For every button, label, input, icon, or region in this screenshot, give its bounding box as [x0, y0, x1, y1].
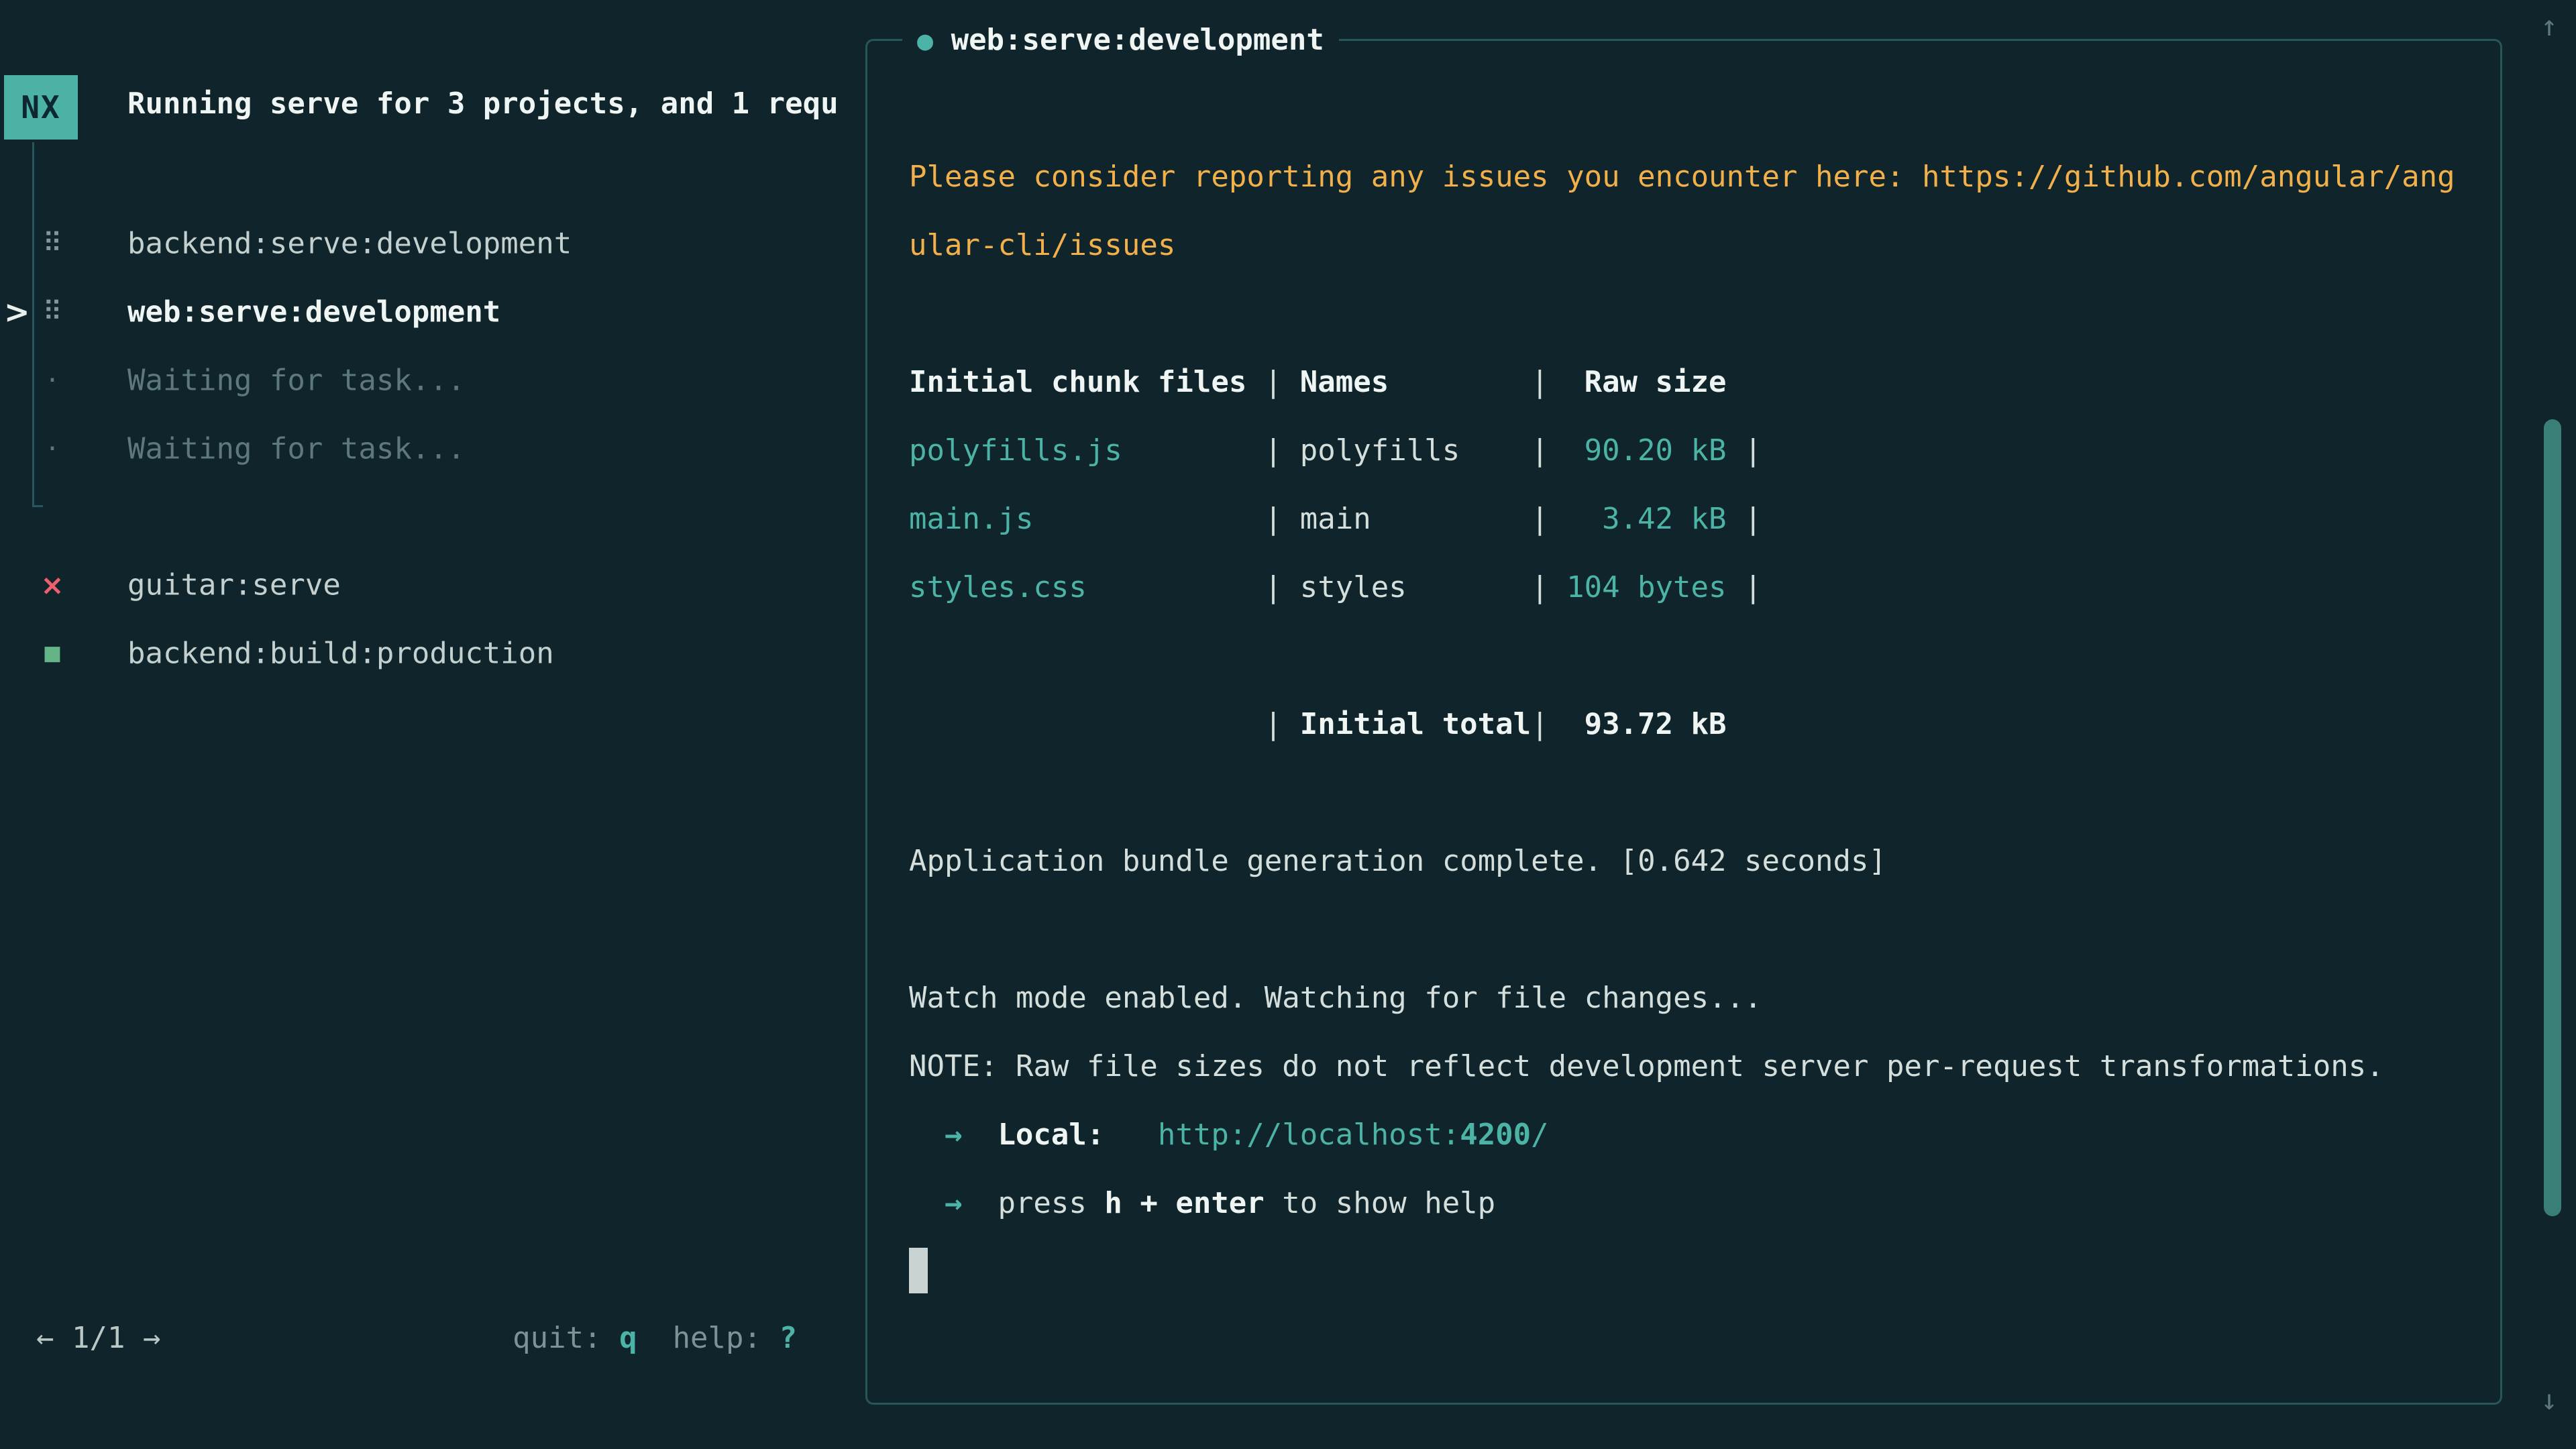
task-label: backend:serve:development [127, 227, 572, 261]
quit-key: q [619, 1321, 637, 1355]
help-rest-text: to show help [1282, 1186, 1495, 1220]
pending-dot-icon: · [38, 364, 67, 398]
url-suffix: / [1531, 1118, 1549, 1152]
url-prefix: http://localhost: [1158, 1118, 1460, 1152]
pipe-separator: | [1727, 485, 1762, 553]
panel-title-text: web:serve:development [951, 23, 1324, 57]
task-label: Waiting for task... [127, 364, 465, 398]
pipe-separator: | [1265, 553, 1300, 622]
task-row-web-serve[interactable]: > ⠿ web:serve:development [0, 278, 859, 346]
local-label: Local: [998, 1118, 1104, 1152]
localhost-link[interactable]: http://localhost:4200/ [1158, 1118, 1549, 1152]
url-port: 4200 [1460, 1118, 1531, 1152]
chunk-size: 90.20 kB [1566, 417, 1726, 485]
pipe-separator: | [1265, 485, 1300, 553]
pipe-separator: | [1727, 417, 1762, 485]
keyboard-hints: quit: q help:? [513, 1321, 797, 1355]
task-row-waiting-2[interactable]: · Waiting for task... [0, 415, 859, 483]
task-output-panel: ●web:serve:development Please consider r… [865, 39, 2502, 1405]
blank-line [909, 896, 2465, 964]
running-task-list: ⠿ backend:serve:development > ⠿ web:serv… [0, 209, 859, 483]
spinner-icon: ⠿ [38, 228, 67, 259]
header-files: Initial chunk files [909, 348, 1265, 417]
finished-task-list: × guitar:serve ■ backend:build:productio… [0, 551, 859, 688]
task-sidebar: NX Running serve for 3 projects, and 1 r… [0, 0, 865, 1449]
pipe-separator: | [1727, 553, 1762, 622]
chunk-size: 104 bytes [1566, 553, 1726, 622]
note-line: NOTE: Raw file sizes do not reflect deve… [909, 1032, 2465, 1101]
task-row-backend-build[interactable]: ■ backend:build:production [0, 619, 859, 688]
task-row-waiting-1[interactable]: · Waiting for task... [0, 346, 859, 415]
help-hint-label: help: [673, 1321, 761, 1355]
arrow-icon: → [945, 1118, 963, 1152]
chunk-name: styles [1300, 553, 1531, 622]
quit-hint-label: quit: [513, 1321, 601, 1355]
scroll-down-arrow-icon[interactable]: ↓ [2533, 1383, 2565, 1416]
help-key: ? [780, 1321, 798, 1355]
issues-notice-line-1: Please consider reporting any issues you… [909, 143, 2465, 211]
press-text: press [998, 1186, 1086, 1220]
app-title: Running serve for 3 projects, and 1 requ [127, 87, 855, 121]
pipe-separator: | [1531, 485, 1566, 553]
task-row-guitar-serve[interactable]: × guitar:serve [0, 551, 859, 619]
chunk-name: polyfills [1300, 417, 1531, 485]
initial-total-row: |Initial total|93.72 kB [909, 690, 2465, 759]
chunk-table-row: styles.css|styles|104 bytes| [909, 553, 2465, 622]
pipe-separator: | [1531, 690, 1566, 759]
page-indicator[interactable]: ← 1/1 → [36, 1321, 160, 1355]
arrow-icon: → [945, 1186, 963, 1220]
pipe-separator: | [1265, 348, 1300, 417]
spinner-icon: ⠿ [38, 297, 67, 327]
sidebar-statusbar: ← 1/1 → quit: q help:? [0, 1303, 832, 1372]
nx-logo: NX [4, 75, 78, 140]
nx-tui-screen: NX Running serve for 3 projects, and 1 r… [0, 0, 2576, 1449]
blank-line [909, 622, 2465, 690]
bundle-complete-line: Application bundle generation complete. … [909, 827, 2465, 896]
pipe-separator: | [1531, 417, 1566, 485]
cursor-line [909, 1238, 2465, 1306]
issues-notice-line-2: ular-cli/issues [909, 211, 2465, 280]
task-label: Waiting for task... [127, 432, 465, 466]
help-keys: h + enter [1104, 1186, 1264, 1220]
chunk-table-row: polyfills.js|polyfills|90.20 kB| [909, 417, 2465, 485]
pipe-separator: | [1531, 553, 1566, 622]
local-url-line: → Local: http://localhost:4200/ [909, 1101, 2465, 1169]
pipe-separator: | [1531, 348, 1566, 417]
header-raw-size: Raw size [1566, 348, 1726, 417]
chunk-size: 3.42 kB [1566, 485, 1726, 553]
blank-line [909, 759, 2465, 827]
chunk-table-header: Initial chunk files|Names|Raw size [909, 348, 2465, 417]
chunk-file: polyfills.js [909, 417, 1265, 485]
status-dot-icon: ● [917, 25, 933, 56]
terminal-output: Please consider reporting any issues you… [909, 143, 2465, 1306]
task-label: backend:build:production [127, 637, 554, 671]
failed-x-icon: × [38, 569, 67, 602]
chunk-file: main.js [909, 485, 1265, 553]
task-label: web:serve:development [127, 295, 500, 329]
pending-dot-icon: · [38, 432, 67, 466]
success-square-icon: ■ [38, 642, 67, 665]
chunk-name: main [1300, 485, 1531, 553]
panel-title: ● web:serve:development [902, 17, 1339, 64]
pipe-separator: | [1265, 690, 1300, 759]
watch-mode-line: Watch mode enabled. Watching for file ch… [909, 964, 2465, 1032]
chunk-table-row: main.js|main|3.42 kB| [909, 485, 2465, 553]
chunk-file: styles.css [909, 553, 1265, 622]
blank-line [909, 280, 2465, 348]
selection-caret-icon: > [4, 294, 30, 330]
task-row-backend-serve[interactable]: ⠿ backend:serve:development [0, 209, 859, 278]
task-tree-guide-corner [32, 505, 43, 507]
scrollbar-thumb[interactable] [2544, 419, 2561, 1216]
pipe-separator: | [1265, 417, 1300, 485]
task-label: guitar:serve [127, 568, 341, 602]
terminal-cursor [909, 1248, 928, 1293]
initial-total-size: 93.72 kB [1566, 690, 1726, 759]
scroll-up-arrow-icon[interactable]: ↑ [2533, 9, 2565, 42]
header-names: Names [1300, 348, 1531, 417]
initial-total-label: Initial total [1300, 690, 1531, 759]
help-hint-line: → press h + enter to show help [909, 1169, 2465, 1238]
